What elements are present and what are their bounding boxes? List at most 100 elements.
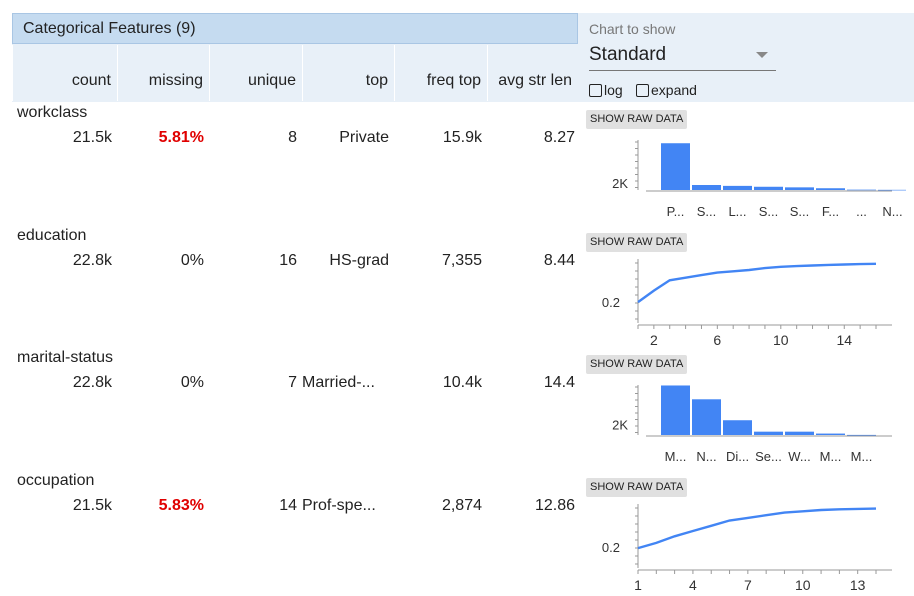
y-tick-label: 2K — [612, 176, 628, 191]
bar — [878, 189, 906, 191]
section-title[interactable]: Categorical Features (9) — [12, 13, 578, 44]
bar — [785, 431, 814, 435]
workclass-chart: 2K P... S... L... S... S... F...... N... — [612, 140, 906, 219]
count-cell: 22.8k — [72, 374, 112, 391]
show-raw-data-button[interactable]: SHOW RAW DATA — [586, 110, 688, 129]
unique-cell: 8 — [288, 129, 297, 146]
y-tick-label: 2K — [612, 417, 628, 432]
avg-str-len-cell: 12.86 — [534, 497, 575, 514]
bar — [692, 185, 721, 190]
count-cell: 22.8k — [72, 252, 112, 269]
freq-top-cell: 15.9k — [442, 129, 482, 146]
x-tick-label: S... — [759, 204, 779, 219]
log-checkbox[interactable]: log — [589, 82, 623, 100]
show-raw-data-button[interactable]: SHOW RAW DATA — [586, 355, 688, 374]
x-tick-label: S... — [697, 204, 717, 219]
col-head-avg-str-len[interactable]: avg str len — [487, 45, 578, 101]
chart-type-select[interactable]: Standard — [589, 42, 776, 71]
x-tick-label: M... — [851, 449, 873, 464]
x-tick-label: P... — [667, 204, 685, 219]
feature-name: education — [17, 227, 87, 244]
bar — [661, 385, 690, 435]
chart-type-value: Standard — [589, 44, 667, 65]
log-label: log — [604, 82, 623, 98]
x-tick-label: Di... — [726, 449, 749, 464]
col-head-count[interactable]: count — [12, 45, 117, 101]
unique-cell: 7 — [288, 374, 297, 391]
y-tick-label: 0.2 — [602, 540, 620, 555]
x-tick-label: 13 — [850, 577, 866, 593]
occupation-chart: 0.2 1 4 7 10 13 — [602, 504, 892, 593]
bar — [754, 431, 783, 435]
unique-cell: 14 — [279, 497, 297, 514]
series-line — [637, 507, 877, 550]
col-head-unique[interactable]: unique — [209, 45, 302, 101]
col-head-freq-top[interactable]: freq top — [394, 45, 487, 101]
col-head-missing[interactable]: missing — [117, 45, 209, 101]
bar — [847, 434, 876, 436]
bar — [723, 420, 752, 435]
dropdown-caret-icon — [756, 52, 768, 58]
feature-row-education: education 22.8k 0% 16 HS-grad 7,355 8.44… — [0, 227, 914, 349]
feature-row-workclass: workclass 21.5k 5.81% 8 Private 15.9k 8.… — [0, 104, 914, 226]
count-cell: 21.5k — [72, 129, 112, 146]
feature-name: workclass — [17, 104, 88, 121]
x-tick-label: 1 — [634, 577, 642, 593]
x-tick-label: F... — [822, 204, 839, 219]
checkbox-icon — [636, 84, 649, 97]
x-tick-label: S... — [790, 204, 810, 219]
x-tick-label: ... — [856, 204, 867, 219]
missing-cell: 5.81% — [158, 129, 204, 146]
x-tick-label: 10 — [795, 577, 811, 593]
education-chart: 0.2 2 6 10 14 — [602, 259, 892, 348]
x-tick-label: 4 — [689, 577, 697, 593]
top-cell: HS-grad — [329, 252, 389, 269]
count-cell: 21.5k — [72, 497, 112, 514]
freq-top-cell: 10.4k — [442, 374, 482, 391]
freq-top-cell: 7,355 — [441, 252, 482, 269]
avg-str-len-cell: 8.44 — [543, 252, 575, 269]
missing-cell: 5.83% — [158, 497, 204, 514]
bar — [785, 187, 814, 190]
show-raw-data-button[interactable]: SHOW RAW DATA — [586, 478, 688, 497]
bar — [816, 188, 845, 190]
bar — [692, 399, 721, 435]
bar — [661, 143, 690, 190]
marital-status-chart: 2K M... N... Di... Se... W... M... M... — [612, 385, 892, 464]
x-tick-label: 14 — [836, 332, 852, 348]
x-tick-label: Se... — [755, 449, 782, 464]
expand-label: expand — [651, 82, 697, 98]
x-tick-label: 2 — [650, 332, 658, 348]
avg-str-len-cell: 14.4 — [543, 374, 575, 391]
x-tick-label: W... — [788, 449, 810, 464]
missing-cell: 0% — [180, 374, 204, 391]
top-cell: Prof-spe... — [302, 497, 376, 514]
bar — [847, 189, 876, 191]
y-tick-label: 0.2 — [602, 295, 620, 310]
top-cell: Private — [339, 129, 389, 146]
x-tick-label: 7 — [744, 577, 752, 593]
chart-to-show-label: Chart to show — [589, 21, 676, 37]
x-tick-label: N... — [882, 204, 902, 219]
feature-row-occupation: occupation 21.5k 5.83% 14 Prof-spe... 2,… — [0, 472, 914, 594]
show-raw-data-button[interactable]: SHOW RAW DATA — [586, 233, 688, 252]
x-tick-label: M... — [820, 449, 842, 464]
x-tick-label: 6 — [713, 332, 721, 348]
series-line — [637, 262, 877, 304]
checkbox-icon — [589, 84, 602, 97]
feature-row-marital-status: marital-status 22.8k 0% 7 Married-... 10… — [0, 349, 914, 471]
bar — [754, 186, 783, 190]
missing-cell: 0% — [180, 252, 204, 269]
freq-top-cell: 2,874 — [441, 497, 482, 514]
x-tick-label: 10 — [773, 332, 789, 348]
feature-name: marital-status — [17, 349, 114, 366]
col-head-top[interactable]: top — [302, 45, 394, 101]
bar — [723, 185, 752, 190]
x-tick-label: N... — [696, 449, 716, 464]
unique-cell: 16 — [279, 252, 297, 269]
feature-name: occupation — [17, 472, 95, 489]
x-tick-label: M... — [665, 449, 687, 464]
bar — [816, 433, 845, 435]
expand-checkbox[interactable]: expand — [636, 82, 697, 100]
avg-str-len-cell: 8.27 — [543, 129, 575, 146]
